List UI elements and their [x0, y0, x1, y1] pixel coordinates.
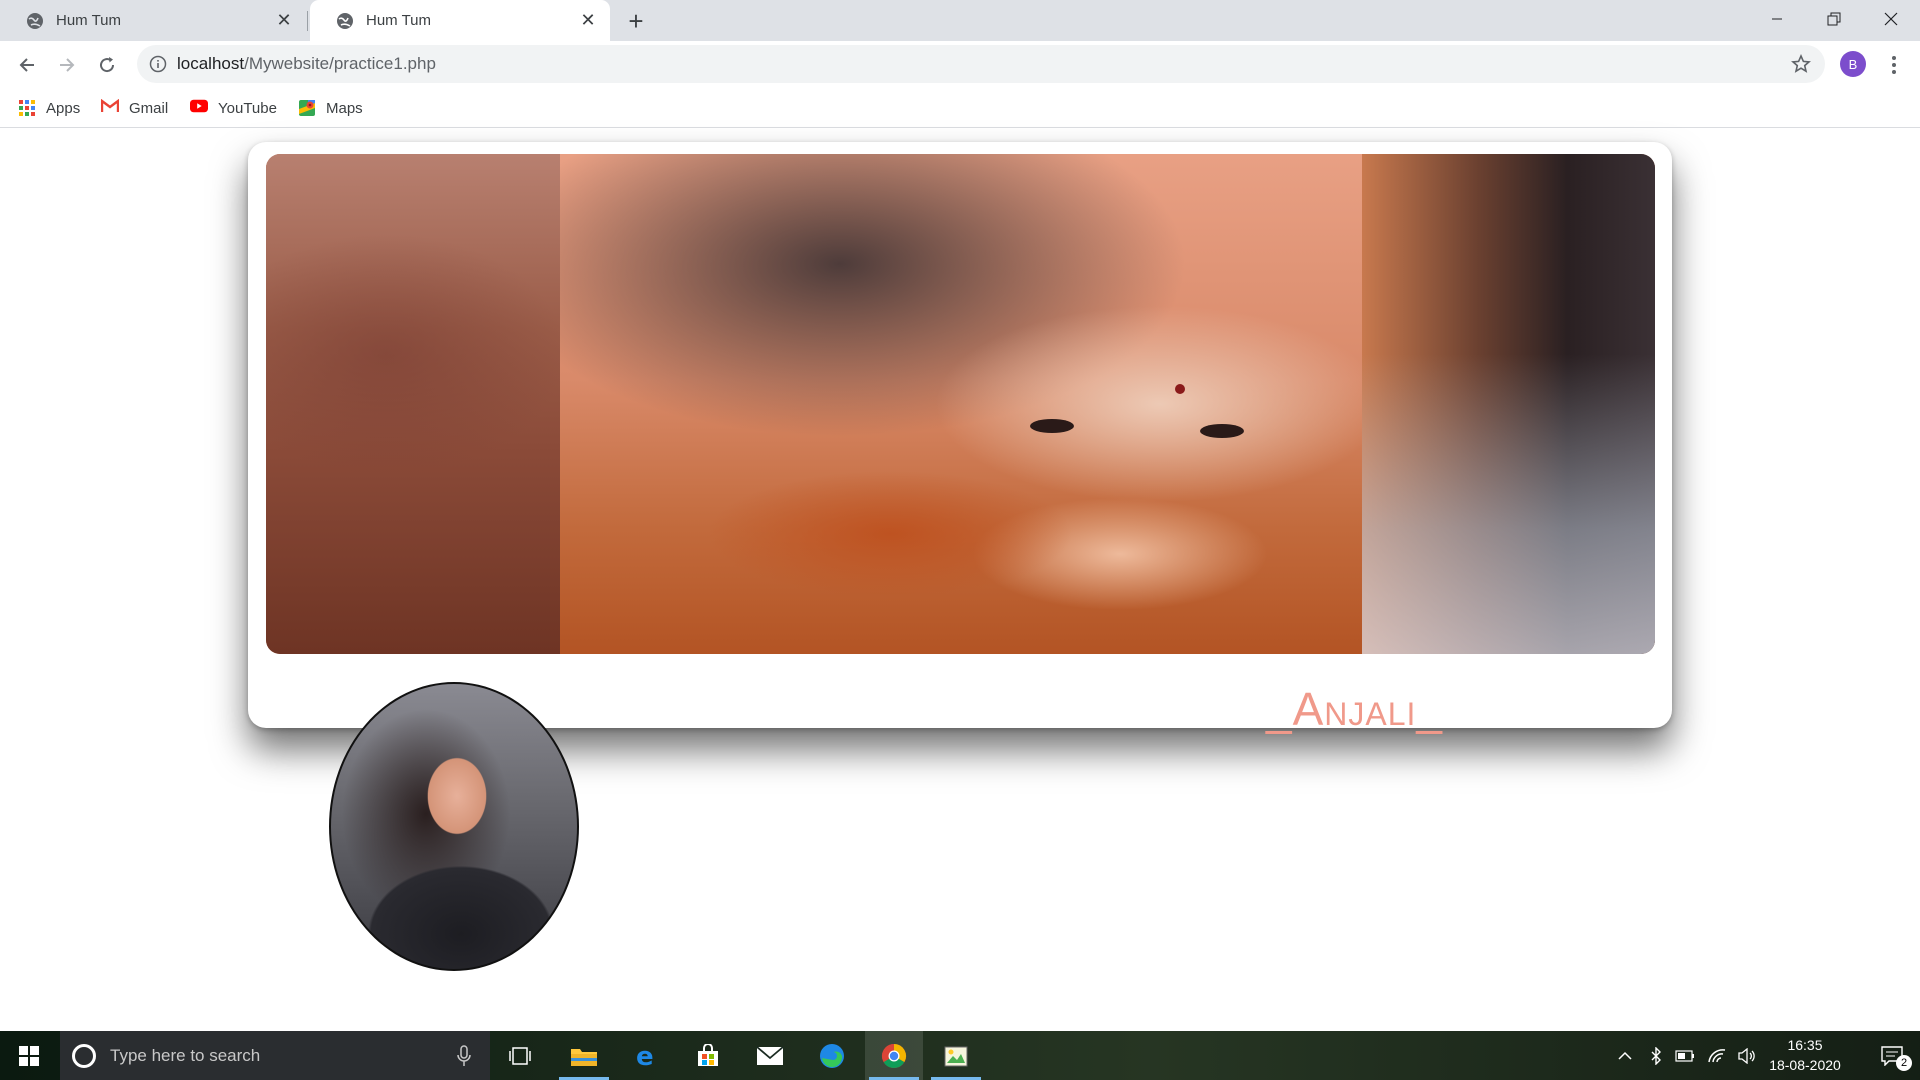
action-center-icon[interactable]: 2 — [1868, 1031, 1916, 1080]
cover-detail — [1175, 384, 1185, 394]
url-host: localhost — [177, 54, 245, 73]
cover-detail — [1200, 424, 1244, 438]
browser-tab-1[interactable]: Hum Tum ✕ — [0, 0, 306, 41]
profile-name: _Anjali_ — [1266, 683, 1443, 735]
task-view-icon[interactable] — [491, 1031, 549, 1080]
forward-arrow-icon[interactable] — [51, 49, 83, 81]
address-bar[interactable]: localhost/Mywebsite/practice1.php — [137, 45, 1825, 83]
cover-photo-main — [560, 154, 1362, 654]
show-hidden-icons-chevron-icon[interactable] — [1612, 1031, 1638, 1080]
microsoft-store-icon[interactable] — [679, 1031, 737, 1080]
profile-picture — [329, 682, 579, 971]
microphone-icon[interactable] — [450, 1042, 478, 1070]
bluetooth-icon[interactable] — [1644, 1031, 1668, 1080]
svg-text:e: e — [636, 1043, 654, 1069]
profile-card: _Anjali_ — [248, 142, 1672, 735]
window-close-button[interactable] — [1862, 0, 1919, 38]
cortana-circle-icon — [72, 1043, 96, 1068]
cover-blur-left — [266, 154, 560, 654]
tab-title: Hum Tum — [56, 12, 122, 29]
tab-separator — [307, 11, 308, 31]
taskbar-search-box[interactable]: Type here to search — [60, 1031, 490, 1080]
bookmark-label: Maps — [326, 99, 363, 117]
site-info-icon[interactable] — [149, 55, 167, 73]
tab-close-icon[interactable]: ✕ — [574, 7, 602, 35]
bookmark-label: Gmail — [129, 99, 169, 117]
taskbar-clock[interactable]: 16:35 18-08-2020 — [1763, 1035, 1847, 1077]
paint-app-icon[interactable] — [927, 1031, 985, 1080]
search-placeholder: Type here to search — [110, 1045, 261, 1065]
bookmark-apps[interactable]: Apps — [18, 96, 80, 120]
more-options-icon[interactable] — [1880, 49, 1908, 81]
cover-blur-right — [1362, 154, 1655, 654]
tab-title: Hum Tum — [366, 12, 432, 29]
bookmark-star-icon[interactable] — [1791, 54, 1811, 74]
chrome-icon[interactable] — [865, 1031, 923, 1080]
windows-taskbar: Type here to search e 16:35 18-08-2020 2 — [0, 1031, 1920, 1080]
profile-avatar[interactable]: B — [1840, 51, 1866, 77]
edge-chromium-icon[interactable] — [803, 1031, 861, 1080]
page-viewport: _Anjali_ — [0, 129, 1920, 1031]
reload-icon[interactable] — [91, 49, 123, 81]
volume-icon[interactable] — [1734, 1031, 1760, 1080]
url-text: localhost/Mywebsite/practice1.php — [177, 54, 436, 74]
browser-tab-strip: Hum Tum ✕ Hum Tum ✕ + — [0, 0, 1920, 41]
notification-count-badge: 2 — [1896, 1055, 1912, 1071]
edge-legacy-icon[interactable]: e — [617, 1031, 675, 1080]
new-tab-button[interactable]: + — [622, 6, 650, 36]
globe-icon — [336, 12, 354, 30]
file-explorer-icon[interactable] — [555, 1031, 613, 1080]
url-path: /Mywebsite/practice1.php — [244, 54, 436, 73]
browser-tab-2[interactable]: Hum Tum ✕ — [310, 0, 610, 41]
maps-icon — [298, 99, 316, 117]
cover-detail — [1030, 419, 1074, 433]
globe-icon — [26, 12, 44, 30]
bookmark-youtube[interactable]: YouTube — [190, 96, 277, 120]
gmail-icon — [101, 99, 119, 117]
bookmarks-bar: Apps Gmail YouTube Maps — [0, 88, 1920, 128]
cover-photo — [266, 154, 1655, 654]
youtube-icon — [190, 99, 208, 117]
bookmark-gmail[interactable]: Gmail — [101, 96, 168, 120]
battery-icon[interactable] — [1672, 1031, 1698, 1080]
bookmark-label: YouTube — [218, 99, 277, 117]
bookmark-maps[interactable]: Maps — [298, 96, 363, 120]
browser-toolbar: localhost/Mywebsite/practice1.php B — [0, 41, 1920, 88]
window-restore-button[interactable] — [1805, 0, 1862, 38]
windows-start-icon[interactable] — [0, 1031, 58, 1080]
apps-grid-icon — [18, 99, 36, 117]
wifi-icon[interactable] — [1704, 1031, 1730, 1080]
bookmark-label: Apps — [46, 99, 81, 117]
tab-close-icon[interactable]: ✕ — [270, 7, 298, 35]
back-arrow-icon[interactable] — [11, 49, 43, 81]
window-minimize-button[interactable] — [1748, 0, 1805, 38]
clock-date: 18-08-2020 — [1769, 1057, 1841, 1073]
clock-time: 16:35 — [1787, 1037, 1823, 1053]
mail-icon[interactable] — [741, 1031, 799, 1080]
